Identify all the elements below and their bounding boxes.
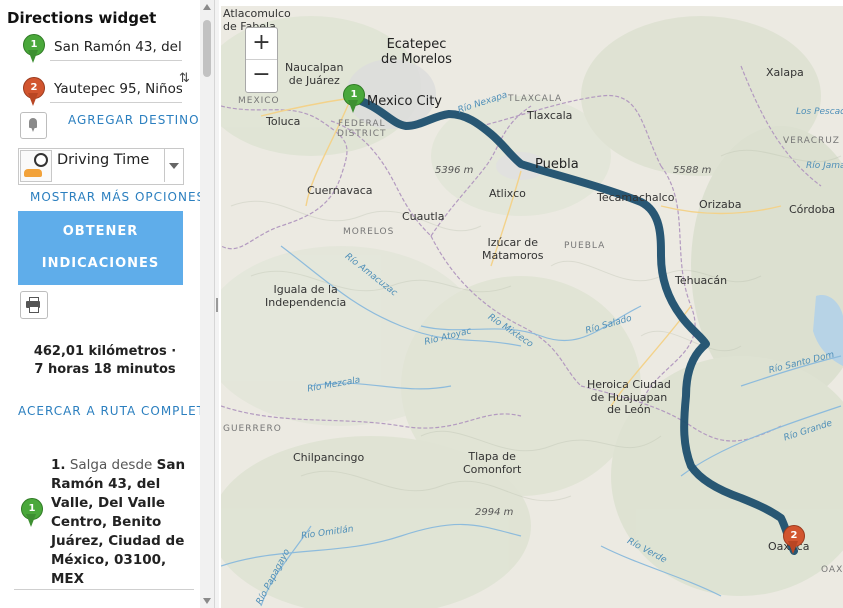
map-label-tecamachalco: Tecamachalco bbox=[597, 191, 675, 204]
step-verb: Salga desde bbox=[69, 457, 153, 473]
clock-car-icon bbox=[20, 150, 52, 182]
map-label-atlixco: Atlixco bbox=[489, 187, 526, 200]
swap-stops-icon[interactable]: ⇅ bbox=[179, 70, 190, 86]
map-label-orizaba: Orizaba bbox=[699, 198, 742, 211]
map-label-federal-district: FEDERAL DISTRICT bbox=[337, 119, 387, 140]
map-label-puebla: Puebla bbox=[535, 157, 579, 172]
destination-input[interactable] bbox=[50, 76, 182, 103]
map-label-los-pescados: Los Pescad bbox=[796, 107, 843, 117]
map-label-elevation-2994: 2994 m bbox=[475, 507, 514, 518]
map-label-guerrero: GUERRERO bbox=[223, 424, 282, 434]
directions-sidebar: Directions widget 1 2 ⇅ AGREGAR DESTINO … bbox=[0, 0, 215, 608]
panel-splitter[interactable] bbox=[215, 0, 219, 608]
map-label-mexico-city: Mexico City bbox=[367, 94, 443, 109]
map-label-cordoba: Córdoba bbox=[789, 203, 836, 216]
print-button[interactable] bbox=[20, 291, 48, 319]
get-directions-button[interactable]: OBTENER INDICACIONES bbox=[18, 211, 183, 285]
map-label-huajuapan: Heroica Ciudad de Huajuapan de León bbox=[587, 378, 671, 417]
map-label-tehuacan: Tehuacán bbox=[675, 274, 728, 287]
destination-marker-icon: 2 bbox=[22, 77, 45, 109]
map-label-cuernavaca: Cuernavaca bbox=[307, 184, 373, 197]
map-label-puebla-state: PUEBLA bbox=[564, 241, 606, 251]
step-address: San Ramón 43, del Valle, Del Valle Centr… bbox=[51, 457, 186, 587]
step-marker-icon: 1 bbox=[20, 498, 43, 530]
scroll-up-icon[interactable] bbox=[203, 4, 211, 10]
travel-mode-value: Driving Time bbox=[57, 152, 150, 168]
map-label-chilpancingo: Chilpancingo bbox=[293, 451, 365, 464]
scrollbar-thumb[interactable] bbox=[203, 20, 211, 77]
map-label-elevation-5588: 5588 m bbox=[673, 165, 712, 176]
widget-title: Directions widget bbox=[7, 9, 157, 27]
zoom-in-button[interactable]: + bbox=[246, 28, 277, 60]
map-label-toluca: Toluca bbox=[266, 115, 301, 128]
map-label-mexico-state: MEXICO bbox=[238, 96, 280, 106]
map-label-morelos: MORELOS bbox=[343, 227, 395, 237]
map-label-cuautla: Cuautla bbox=[402, 210, 445, 223]
map-label-elevation-5396: 5396 m bbox=[435, 165, 474, 176]
map-view[interactable]: Atlacomulcode Fabela Ecatepecde Morelos … bbox=[221, 6, 843, 608]
add-stop-pin-button[interactable] bbox=[20, 112, 47, 139]
add-destination-link[interactable]: AGREGAR DESTINO bbox=[68, 113, 200, 127]
step-number: 1. bbox=[51, 457, 66, 473]
direction-step[interactable]: 1 1. Salga desde San Ramón 43, del Valle… bbox=[18, 456, 198, 588]
map-label-naucalpan: Naucalpan de Juárez bbox=[285, 61, 344, 87]
map-label-ecatepec: Ecatepec de Morelos bbox=[381, 37, 452, 67]
map-label-tlaxcala: Tlaxcala bbox=[527, 109, 573, 122]
origin-input[interactable] bbox=[50, 34, 182, 61]
map-label-iguala: Iguala de la Independencia bbox=[265, 283, 347, 309]
map-label-rio-jamapa: Río Jama bbox=[806, 161, 843, 171]
origin-marker-icon: 1 bbox=[22, 34, 45, 66]
map-label-izucar: Izúcar de Matamoros bbox=[482, 236, 544, 262]
zoom-out-button[interactable]: − bbox=[246, 60, 277, 91]
zoom-to-route-link[interactable]: ACERCAR A RUTA COMPLETA bbox=[18, 404, 213, 418]
map-label-oaxaca-state: OAXA bbox=[821, 565, 843, 575]
chevron-down-icon[interactable] bbox=[164, 149, 183, 182]
travel-mode-select[interactable]: Driving Time bbox=[18, 148, 184, 185]
route-summary: 462,01 kilómetros · 7 horas 18 minutos bbox=[33, 344, 177, 377]
scroll-down-icon[interactable] bbox=[203, 598, 211, 604]
step-text: 1. Salga desde San Ramón 43, del Valle, … bbox=[51, 456, 191, 589]
map-label-tlapa: Tlapa de Comonfort bbox=[463, 450, 522, 476]
map-destination-marker-icon[interactable]: 2 bbox=[782, 525, 805, 557]
map-label-tlaxcala-state: TLAXCALA bbox=[508, 94, 563, 104]
splitter-handle[interactable] bbox=[216, 298, 218, 312]
map-label-veracruz: VERACRUZ bbox=[783, 136, 840, 146]
map-label-xalapa: Xalapa bbox=[766, 66, 804, 79]
divider bbox=[14, 589, 194, 590]
sidebar-scrollbar[interactable] bbox=[200, 0, 214, 608]
zoom-control: + − bbox=[245, 27, 278, 93]
map-origin-marker-icon[interactable]: 1 bbox=[342, 84, 365, 116]
more-options-link[interactable]: MOSTRAR MÁS OPCIONES bbox=[30, 190, 205, 204]
